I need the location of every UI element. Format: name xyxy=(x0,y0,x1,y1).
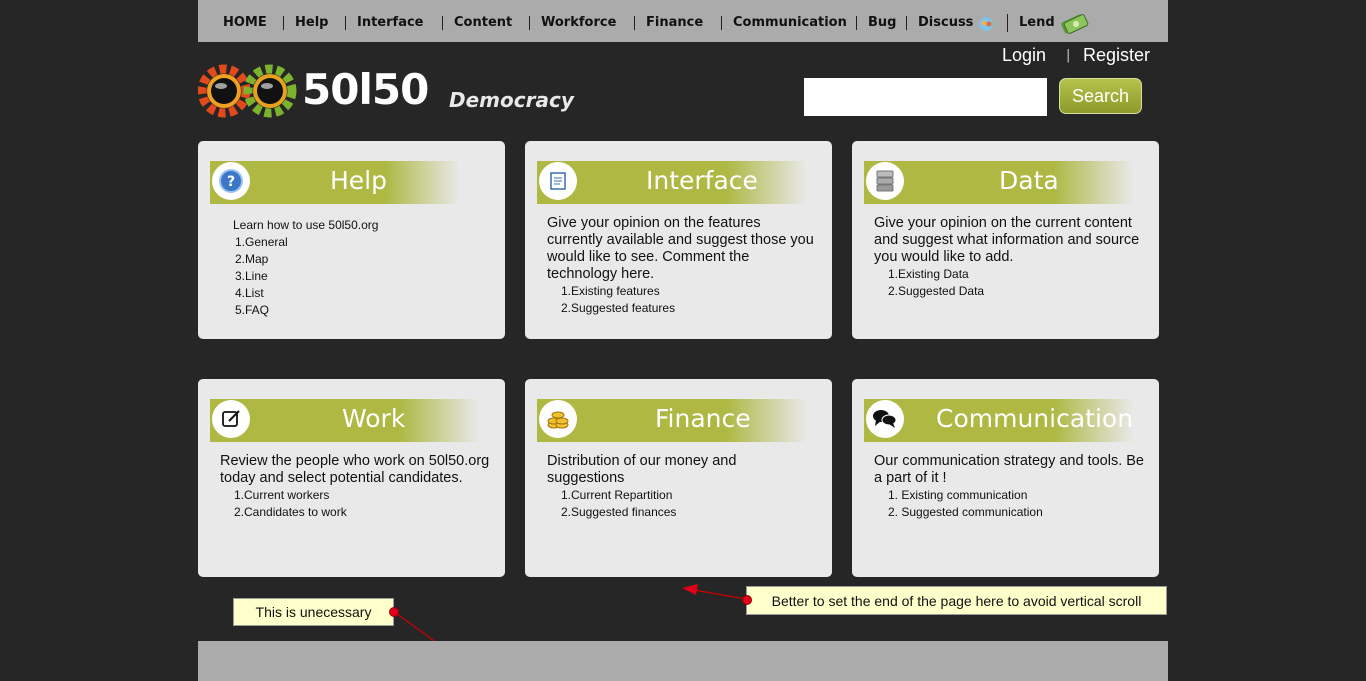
nav-communication[interactable]: Communication xyxy=(722,16,857,30)
note-end-of-page: Better to set the end of the page here t… xyxy=(746,586,1167,615)
money-icon xyxy=(1060,14,1089,34)
document-icon xyxy=(550,172,566,190)
card-finance: Finance Distribution of our money and su… xyxy=(525,379,832,577)
nav-finance[interactable]: Finance xyxy=(635,16,722,30)
card-link[interactable]: 2.Map xyxy=(233,251,493,268)
card-intro: Give your opinion on the features curren… xyxy=(547,215,814,282)
card-link[interactable]: 1.Existing features xyxy=(547,283,817,300)
card-header[interactable]: ? Help xyxy=(210,161,460,204)
card-link[interactable]: 1.Current Repartition xyxy=(547,487,817,504)
card-link[interactable]: 3.Line xyxy=(233,268,493,285)
card-intro: Our communication strategy and tools. Be… xyxy=(874,453,1144,486)
card-data: Data Give your opinion on the current co… xyxy=(852,141,1159,339)
card-title: Interface xyxy=(646,166,758,195)
coins-icon xyxy=(547,411,569,429)
card-link[interactable]: 2.Candidates to work xyxy=(220,504,495,521)
card-header[interactable]: Finance xyxy=(537,399,807,442)
footer-bar xyxy=(198,641,1168,681)
nav-content[interactable]: Content xyxy=(443,16,530,30)
card-title: Finance xyxy=(655,404,751,433)
gears-logo-icon xyxy=(198,64,297,118)
card-title: Communication xyxy=(936,404,1134,433)
card-header[interactable]: Communication xyxy=(864,399,1134,442)
nav-bug[interactable]: Bug xyxy=(857,16,907,30)
top-navigation-bar: HOME Help Interface Content Workforce Fi… xyxy=(198,0,1168,42)
card-work: Work Review the people who work on 50l50… xyxy=(198,379,505,577)
search-input[interactable] xyxy=(804,78,1047,116)
card-title: Help xyxy=(330,166,387,195)
card-link[interactable]: 2.Suggested Data xyxy=(874,283,1144,300)
card-link[interactable]: 1.Existing Data xyxy=(874,266,1144,283)
nav-discuss[interactable]: Discuss xyxy=(907,14,1008,32)
card-interface: Interface Give your opinion on the featu… xyxy=(525,141,832,339)
card-link[interactable]: 5.FAQ xyxy=(233,302,493,319)
speech-bubbles-icon xyxy=(873,410,897,428)
card-intro: Distribution of our money and suggestion… xyxy=(547,453,737,486)
card-link[interactable]: 1.General xyxy=(233,234,493,251)
card-link[interactable]: 2. Suggested communication xyxy=(874,504,1144,521)
card-intro: Give your opinion on the current content… xyxy=(874,215,1140,265)
card-title: Work xyxy=(342,404,406,433)
card-link[interactable]: 2.Suggested finances xyxy=(547,504,817,521)
database-icon xyxy=(876,170,894,192)
card-intro: Review the people who work on 50l50.org … xyxy=(220,453,490,486)
account-separator: | xyxy=(1066,48,1071,63)
card-link[interactable]: 1.Current workers xyxy=(220,487,495,504)
card-intro: Learn how to use 50l50.org xyxy=(233,218,379,232)
note-anchor-dot xyxy=(389,607,399,617)
note-anchor-dot xyxy=(742,595,752,605)
nav-workforce[interactable]: Workforce xyxy=(530,16,635,30)
nav-interface[interactable]: Interface xyxy=(346,16,443,30)
logo-number: 50l50 xyxy=(302,65,429,114)
arrow-head xyxy=(682,584,698,595)
question-icon: ? xyxy=(219,169,243,193)
search-button[interactable]: Search xyxy=(1059,78,1142,114)
site-logo[interactable]: 50l50 Democracy xyxy=(198,62,578,118)
card-title: Data xyxy=(999,166,1059,195)
card-link[interactable]: 4.List xyxy=(233,285,493,302)
card-header[interactable]: Work xyxy=(210,399,480,442)
nav-lend[interactable]: Lend xyxy=(1008,12,1100,34)
arrow-to-cards-end xyxy=(693,589,747,600)
edit-icon xyxy=(222,410,240,427)
chat-people-icon xyxy=(979,17,994,31)
register-link[interactable]: Register xyxy=(1083,45,1150,66)
card-help: ? Help Learn how to use 50l50.org 1.Gene… xyxy=(198,141,505,339)
note-unnecessary: This is unecessary xyxy=(233,598,394,626)
login-link[interactable]: Login xyxy=(1002,45,1046,66)
card-header[interactable]: Interface xyxy=(537,161,807,204)
nav-help[interactable]: Help xyxy=(284,16,346,30)
card-header[interactable]: Data xyxy=(864,161,1134,204)
nav-home[interactable]: HOME xyxy=(212,16,284,30)
svg-text:?: ? xyxy=(227,174,235,190)
card-link[interactable]: 1. Existing communication xyxy=(874,487,1144,504)
card-link[interactable]: 2.Suggested features xyxy=(547,300,817,317)
card-communication: Communication Our communication strategy… xyxy=(852,379,1159,577)
logo-tagline: Democracy xyxy=(449,88,574,112)
